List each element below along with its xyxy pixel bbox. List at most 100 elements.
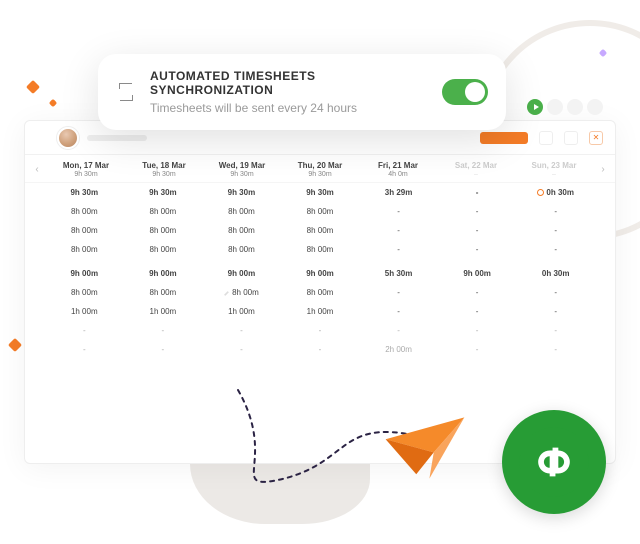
timesheet-cell[interactable]: - — [359, 321, 438, 340]
timesheet-cell[interactable]: 8h 00m — [202, 240, 281, 259]
timesheet-cell[interactable]: - — [438, 221, 517, 240]
timesheet-cell[interactable]: - — [516, 321, 595, 340]
callout-subtitle: Timesheets will be sent every 24 hours — [150, 101, 428, 115]
timesheet-cell[interactable]: 1h 00m — [281, 302, 360, 321]
timesheet-cell[interactable]: 5h 30m — [359, 259, 438, 283]
timesheet-cell[interactable]: 8h 00m — [202, 202, 281, 221]
toolbar-circle-1[interactable] — [547, 99, 563, 115]
timesheet-cell[interactable]: - — [202, 321, 281, 340]
timesheet-cell[interactable]: 8h 00m — [45, 240, 124, 259]
cell-value: 8h 00m — [71, 207, 98, 216]
cell-value: - — [554, 207, 557, 216]
cell-value: 1h 00m — [150, 307, 177, 316]
callout-title: AUTOMATED TIMESHEETS SYNCHRONIZATION — [150, 69, 428, 97]
timesheet-cell[interactable]: 8h 00m — [281, 221, 360, 240]
timesheet-cell[interactable]: 8h 00m — [124, 221, 203, 240]
timesheet-cell[interactable]: 9h 30m — [281, 183, 360, 202]
view-option-3[interactable]: ✕ — [589, 131, 603, 145]
cell-value: - — [397, 245, 400, 254]
timesheet-cell[interactable]: 8h 00m — [202, 283, 281, 302]
timesheet-cell[interactable]: 9h 30m — [202, 183, 281, 202]
timesheet-cell[interactable]: - — [281, 340, 360, 359]
timesheet-cell[interactable]: - — [359, 302, 438, 321]
timesheet-cell[interactable]: 8h 00m — [281, 283, 360, 302]
cell-value: 8h 00m — [150, 245, 177, 254]
timesheet-cell[interactable]: 0h 30m — [516, 183, 595, 202]
timesheet-cell[interactable]: 9h 00m — [281, 259, 360, 283]
cell-value: - — [554, 307, 557, 316]
cell-value: 9h 30m — [228, 188, 256, 197]
view-option-1[interactable] — [539, 131, 553, 145]
cell-value: - — [554, 345, 557, 354]
paper-plane-icon — [380, 413, 470, 488]
timesheet-cell[interactable]: - — [516, 340, 595, 359]
cell-value: 8h 00m — [71, 245, 98, 254]
timesheet-cell[interactable]: 8h 00m — [124, 202, 203, 221]
timesheet-cell[interactable]: - — [281, 321, 360, 340]
timesheet-cell[interactable]: 9h 00m — [438, 259, 517, 283]
cell-value: - — [554, 288, 557, 297]
sync-callout-card: AUTOMATED TIMESHEETS SYNCHRONIZATION Tim… — [98, 54, 506, 130]
timesheet-cell[interactable]: 8h 00m — [45, 283, 124, 302]
timesheet-cell[interactable]: - — [438, 283, 517, 302]
view-option-2[interactable] — [564, 131, 578, 145]
timesheet-cell[interactable]: 8h 00m — [45, 202, 124, 221]
cell-value: - — [476, 226, 479, 235]
timesheet-cell[interactable]: - — [45, 340, 124, 359]
cell-value: - — [240, 345, 243, 354]
timesheet-cell[interactable]: 9h 00m — [202, 259, 281, 283]
timesheet-cell[interactable]: 0h 30m — [516, 259, 595, 283]
prev-week-button[interactable]: ‹ — [27, 164, 47, 175]
timesheet-cell[interactable]: - — [124, 340, 203, 359]
primary-action-button[interactable] — [480, 132, 528, 144]
timesheet-cell[interactable]: - — [516, 283, 595, 302]
cell-value: 8h 00m — [232, 288, 259, 297]
timesheet-cell[interactable]: 1h 00m — [45, 302, 124, 321]
timesheet-cell[interactable]: - — [438, 340, 517, 359]
cell-value: - — [240, 326, 243, 335]
timesheet-cell[interactable]: - — [202, 340, 281, 359]
cell-value: 0h 30m — [542, 269, 570, 278]
next-week-button[interactable]: › — [593, 164, 613, 175]
cell-value: - — [162, 345, 165, 354]
timesheet-cell[interactable]: 8h 00m — [45, 221, 124, 240]
timesheet-cell[interactable]: - — [516, 221, 595, 240]
timesheet-cell[interactable]: 9h 30m — [124, 183, 203, 202]
timesheet-cell[interactable]: - — [124, 321, 203, 340]
timesheet-cell[interactable]: - — [516, 302, 595, 321]
timesheet-cell[interactable]: 8h 00m — [124, 240, 203, 259]
timesheet-cell[interactable]: 8h 00m — [202, 221, 281, 240]
day-header-row: ‹ Mon, 17 Mar9h 30m Tue, 18 Mar9h 30m We… — [25, 155, 615, 183]
timesheet-cell[interactable]: - — [359, 221, 438, 240]
avatar[interactable] — [57, 127, 79, 149]
sync-toggle[interactable] — [442, 79, 488, 105]
timesheet-cell[interactable]: 9h 30m — [45, 183, 124, 202]
timesheet-cell[interactable]: - — [516, 240, 595, 259]
timesheet-cell[interactable]: - — [359, 283, 438, 302]
timesheet-cell[interactable]: 2h 00m — [359, 340, 438, 359]
timesheet-cell[interactable]: - — [438, 202, 517, 221]
play-button[interactable] — [527, 99, 543, 115]
timesheet-cell[interactable]: 8h 00m — [281, 202, 360, 221]
spark-icon — [49, 99, 57, 107]
timesheet-cell[interactable]: 1h 00m — [124, 302, 203, 321]
timesheet-cell[interactable]: 9h 00m — [124, 259, 203, 283]
toolbar-circle-3[interactable] — [587, 99, 603, 115]
cell-value: 8h 00m — [307, 288, 334, 297]
timesheet-cell[interactable]: 8h 00m — [124, 283, 203, 302]
timesheet-cell[interactable]: - — [359, 240, 438, 259]
timesheet-cell[interactable]: 8h 00m — [281, 240, 360, 259]
timesheet-cell[interactable]: - — [516, 202, 595, 221]
timesheet-cell[interactable]: - — [438, 302, 517, 321]
cell-value: 5h 30m — [385, 269, 413, 278]
timesheet-cell[interactable]: 1h 00m — [202, 302, 281, 321]
timesheet-cell[interactable]: - — [359, 202, 438, 221]
timesheet-cell[interactable]: - — [438, 321, 517, 340]
timesheet-cell[interactable]: - — [438, 183, 517, 202]
timesheet-cell[interactable]: - — [438, 240, 517, 259]
day-header: Fri, 21 Mar4h 0m — [359, 161, 437, 178]
timesheet-cell[interactable]: - — [45, 321, 124, 340]
timesheet-cell[interactable]: 3h 29m — [359, 183, 438, 202]
toolbar-circle-2[interactable] — [567, 99, 583, 115]
timesheet-cell[interactable]: 9h 00m — [45, 259, 124, 283]
